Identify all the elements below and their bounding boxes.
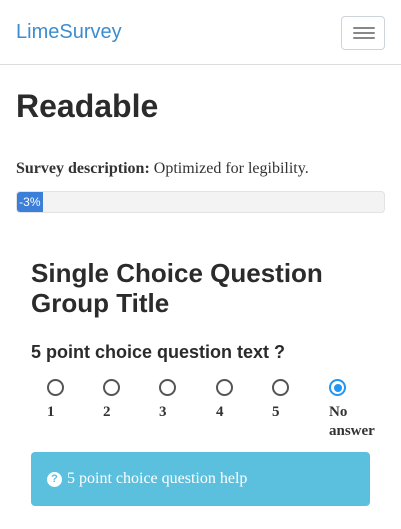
- survey-description-label: Survey description:: [16, 160, 150, 177]
- answer-option-label: No answer: [329, 404, 375, 439]
- radio-button[interactable]: [159, 379, 176, 396]
- radio-button[interactable]: [103, 379, 120, 396]
- survey-description: Survey description: Optimized for legibi…: [16, 158, 309, 180]
- answer-option-label: 5: [272, 404, 280, 420]
- answer-option-label: 3: [159, 404, 167, 420]
- answer-option-label: 2: [103, 404, 111, 420]
- hamburger-menu-icon: [353, 32, 375, 34]
- group-title: Single Choice Question Group Title: [31, 258, 323, 318]
- radio-button[interactable]: [329, 379, 346, 396]
- hamburger-menu-icon: [353, 27, 375, 29]
- answer-option-label: 4: [216, 404, 224, 420]
- question-help: ? 5 point choice question help: [31, 452, 370, 506]
- survey-description-text: Optimized for legibility.: [153, 160, 309, 177]
- radio-button[interactable]: [272, 379, 289, 396]
- answer-option-2[interactable]: 2: [103, 379, 163, 422]
- progress-bar: -3%: [16, 191, 385, 213]
- answer-option-5[interactable]: 5: [272, 379, 332, 422]
- brand-link[interactable]: LimeSurvey: [16, 20, 122, 44]
- radio-button[interactable]: [216, 379, 233, 396]
- answer-option-3[interactable]: 3: [159, 379, 219, 422]
- question-help-text: 5 point choice question help: [67, 470, 248, 487]
- menu-toggle-button[interactable]: [341, 16, 385, 50]
- question-text: 5 point choice question text ?: [31, 342, 286, 362]
- hamburger-menu-icon: [353, 37, 375, 39]
- question-circle-icon: ?: [47, 471, 62, 487]
- answer-option-no-answer[interactable]: No answer: [329, 379, 389, 441]
- progress-fill: -3%: [17, 192, 43, 212]
- navbar: LimeSurvey: [0, 0, 401, 65]
- answer-option-label: 1: [47, 404, 55, 420]
- radio-button[interactable]: [47, 379, 64, 396]
- answer-option-4[interactable]: 4: [216, 379, 276, 422]
- answer-option-1[interactable]: 1: [47, 379, 107, 422]
- survey-title: Readable: [16, 88, 159, 124]
